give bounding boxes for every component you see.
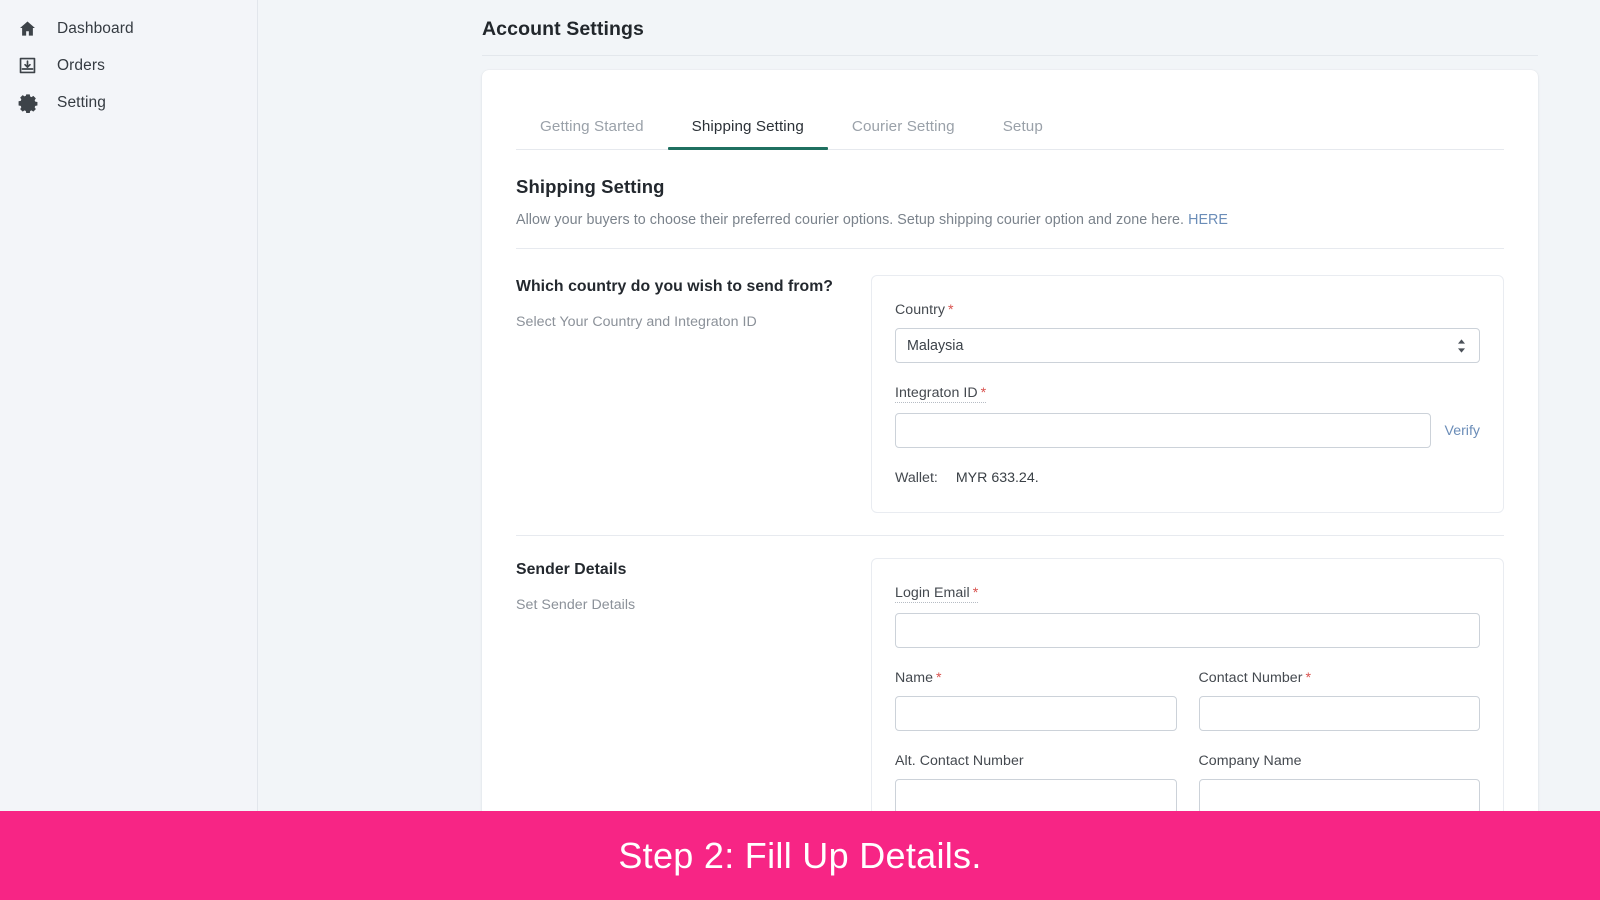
login-email-field: Login Email*: [895, 584, 1480, 648]
sender-heading: Sender Details: [516, 558, 841, 581]
sidebar-item-setting[interactable]: Setting: [0, 84, 257, 121]
section-divider: [516, 248, 1504, 249]
contact-number-field: Contact Number*: [1199, 669, 1481, 731]
country-subtext: Select Your Country and Integraton ID: [516, 314, 841, 330]
alt-contact-number-input[interactable]: [895, 779, 1177, 811]
sender-subtext: Set Sender Details: [516, 597, 841, 613]
sender-row-labels: Sender Details Set Sender Details: [516, 558, 871, 613]
required-marker: *: [936, 670, 942, 686]
page-title: Account Settings: [482, 18, 644, 41]
section-description-text: Allow your buyers to choose their prefer…: [516, 212, 1184, 228]
sender-details-row: Sender Details Set Sender Details Login …: [516, 558, 1504, 811]
alt-contact-number-field: Alt. Contact Number: [895, 752, 1177, 811]
sender-panel: Login Email* Name*: [871, 558, 1504, 811]
sidebar-item-orders[interactable]: Orders: [0, 47, 257, 84]
required-marker: *: [981, 385, 987, 401]
section-description: Allow your buyers to choose their prefer…: [516, 212, 1504, 228]
company-name-input[interactable]: [1199, 779, 1481, 811]
alt-company-grid: Alt. Contact Number Company Name: [895, 731, 1480, 811]
required-marker: *: [948, 302, 954, 318]
inbox-download-icon: [17, 55, 38, 76]
verify-link[interactable]: Verify: [1445, 423, 1480, 439]
sidebar-item-label: Dashboard: [57, 20, 134, 38]
country-select[interactable]: Malaysia: [895, 328, 1480, 363]
integration-id-field: Integraton ID* Verify: [895, 384, 1480, 448]
sidebar-item-label: Setting: [57, 94, 106, 112]
login-email-label: Login Email*: [895, 585, 978, 603]
section-title: Shipping Setting: [516, 176, 1504, 198]
tab-shipping-setting[interactable]: Shipping Setting: [668, 118, 828, 150]
gear-icon: [17, 92, 38, 113]
name-label-text: Name: [895, 670, 933, 686]
wallet-row: Wallet: MYR 633.24.: [895, 470, 1480, 486]
wallet-label: Wallet:: [895, 470, 938, 486]
country-row: Which country do you wish to send from? …: [516, 275, 1504, 513]
page-title-divider: [482, 55, 1538, 56]
step-banner: Step 2: Fill Up Details.: [0, 811, 1600, 900]
sidebar: Dashboard Orders Setting: [0, 0, 258, 811]
sidebar-item-dashboard[interactable]: Dashboard: [0, 10, 257, 47]
integration-id-label: Integraton ID*: [895, 385, 986, 403]
alt-contact-number-label: Alt. Contact Number: [895, 753, 1024, 769]
required-marker: *: [973, 585, 979, 601]
tab-bar: Getting Started Shipping Setting Courier…: [482, 70, 1538, 150]
main-content: Account Settings Getting Started Shippin…: [258, 0, 1600, 811]
name-input[interactable]: [895, 696, 1177, 731]
integration-id-label-text: Integraton ID: [895, 385, 978, 401]
name-field: Name*: [895, 669, 1177, 731]
card-body: Shipping Setting Allow your buyers to ch…: [482, 176, 1538, 811]
sender-section-divider: [516, 535, 1504, 536]
integration-id-input[interactable]: [895, 413, 1431, 448]
wallet-value: MYR 633.24.: [956, 470, 1039, 486]
country-field: Country* Malaysia: [895, 301, 1480, 363]
tab-getting-started[interactable]: Getting Started: [516, 118, 668, 150]
sidebar-item-label: Orders: [57, 57, 105, 75]
sender-row-fields: Login Email* Name*: [871, 558, 1504, 811]
country-panel: Country* Malaysia: [871, 275, 1504, 513]
company-name-field: Company Name: [1199, 752, 1481, 811]
tab-setup[interactable]: Setup: [979, 118, 1067, 150]
home-icon: [17, 18, 38, 39]
account-settings-card: Getting Started Shipping Setting Courier…: [482, 70, 1538, 811]
contact-number-label: Contact Number*: [1199, 670, 1312, 686]
country-row-labels: Which country do you wish to send from? …: [516, 275, 871, 330]
contact-number-input[interactable]: [1199, 696, 1481, 731]
country-heading: Which country do you wish to send from?: [516, 275, 841, 298]
country-label-text: Country: [895, 302, 945, 318]
name-contact-grid: Name* Contact Number*: [895, 648, 1480, 731]
required-marker: *: [1306, 670, 1312, 686]
tab-courier-setting[interactable]: Courier Setting: [828, 118, 979, 150]
contact-number-label-text: Contact Number: [1199, 670, 1303, 686]
country-label: Country*: [895, 302, 954, 318]
here-link[interactable]: HERE: [1188, 212, 1228, 228]
company-name-label: Company Name: [1199, 753, 1302, 769]
step-banner-text: Step 2: Fill Up Details.: [618, 835, 981, 877]
login-email-label-text: Login Email: [895, 585, 970, 601]
country-row-fields: Country* Malaysia: [871, 275, 1504, 513]
login-email-input[interactable]: [895, 613, 1480, 648]
name-label: Name*: [895, 670, 942, 686]
